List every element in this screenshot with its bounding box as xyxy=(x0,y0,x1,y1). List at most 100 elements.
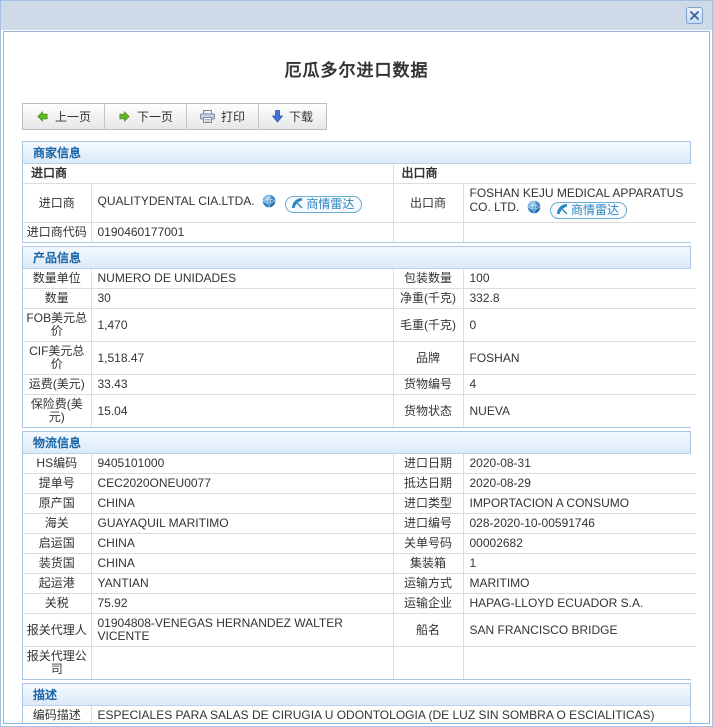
radar-icon xyxy=(291,197,303,212)
field-label: 关税 xyxy=(23,593,92,614)
exporter-label: 出口商 xyxy=(392,183,464,223)
field-label: CIF美元总价 xyxy=(23,341,92,375)
field-label: 报关代理人 xyxy=(23,613,92,647)
field-label: 海关 xyxy=(23,513,92,534)
field-label: 原产国 xyxy=(23,493,92,514)
field-value: HAPAG-LLOYD ECUADOR S.A. xyxy=(462,593,696,614)
field-value: 9405101000 xyxy=(90,454,394,474)
field-label: HS编码 xyxy=(23,454,92,474)
field-value: CHINA xyxy=(90,533,394,554)
field-label: 启运国 xyxy=(23,533,92,554)
table-row: 关税 75.92 运输企业 HAPAG-LLOYD ECUADOR S.A. xyxy=(23,593,696,614)
table-row: 提单号 CEC2020ONEU0077 抵达日期 2020-08-29 xyxy=(23,473,696,494)
field-value: CHINA xyxy=(90,493,394,514)
radar-badge[interactable]: 商情雷达 xyxy=(285,195,363,213)
field-value: 1,518.47 xyxy=(90,341,394,375)
field-label: 集装箱 xyxy=(392,553,464,574)
field-value: CEC2020ONEU0077 xyxy=(90,473,394,494)
importer-code-value: 0190460177001 xyxy=(90,222,394,242)
field-label: 报关代理公司 xyxy=(23,646,92,679)
table-row: CIF美元总价 1,518.47 品牌 FOSHAN xyxy=(23,341,696,375)
field-value: 01904808-VENEGAS HERNANDEZ WALTER VICENT… xyxy=(90,613,394,647)
field-label: 包装数量 xyxy=(392,269,464,289)
prev-page-label: 上一页 xyxy=(55,110,92,124)
radar-icon xyxy=(556,203,568,218)
field-value: MARITIMO xyxy=(462,573,696,594)
close-button[interactable] xyxy=(686,7,703,24)
field-value: 1 xyxy=(462,553,696,574)
print-button[interactable]: 打印 xyxy=(187,104,260,129)
import-data-dialog: 厄瓜多尔进口数据 上一页 下一页 打印 下载 商家信息 进口商 出口商 进口商 … xyxy=(0,0,713,727)
table-row: 保险费(美元) 15.04 货物状态 NUEVA xyxy=(23,394,696,427)
field-value: 15.04 xyxy=(90,394,394,427)
exporter-column-header: 出口商 xyxy=(392,164,697,184)
dialog-body: 厄瓜多尔进口数据 上一页 下一页 打印 下载 商家信息 进口商 出口商 进口商 … xyxy=(3,31,710,724)
content-area: 商家信息 进口商 出口商 进口商 QUALITYDENTAL CIA.LTDA. xyxy=(22,141,697,723)
radar-badge[interactable]: 商情雷达 xyxy=(549,202,627,219)
table-row: 进口商代码 0190460177001 xyxy=(23,222,697,242)
section-description: 描述 编码描述 ESPECIALES PARA SALAS DE CIRUGIA… xyxy=(22,683,691,723)
field-label: 编码描述 xyxy=(23,706,92,723)
field-value: 332.8 xyxy=(462,288,696,309)
importer-code-label: 进口商代码 xyxy=(23,222,92,242)
field-label: 品牌 xyxy=(392,341,464,375)
field-value: 75.92 xyxy=(90,593,394,614)
field-value: GUAYAQUIL MARITIMO xyxy=(90,513,394,534)
description-section-title: 描述 xyxy=(23,684,690,706)
exporter-value-cell: FOSHAN KEJU MEDICAL APPARATUS CO. LTD. 商… xyxy=(462,183,697,223)
next-page-button[interactable]: 下一页 xyxy=(105,104,188,129)
dialog-titlebar xyxy=(1,1,712,30)
table-row: 海关 GUAYAQUIL MARITIMO 进口编号 028-2020-10-0… xyxy=(23,513,696,534)
field-label: 装货国 xyxy=(23,553,92,574)
field-value: 2020-08-31 xyxy=(462,454,696,474)
merchant-subheader-row: 进口商 出口商 xyxy=(23,164,697,184)
field-value: YANTIAN xyxy=(90,573,394,594)
print-label: 打印 xyxy=(221,110,246,124)
table-row: 报关代理人 01904808-VENEGAS HERNANDEZ WALTER … xyxy=(23,613,696,647)
table-row: 启运国 CHINA 关单号码 00002682 xyxy=(23,533,696,554)
product-section-title: 产品信息 xyxy=(23,247,690,269)
toolbar: 上一页 下一页 打印 下载 xyxy=(22,103,328,130)
field-label: 关单号码 xyxy=(392,533,464,554)
download-button[interactable]: 下载 xyxy=(259,104,327,129)
page-title: 厄瓜多尔进口数据 xyxy=(284,61,429,80)
field-label: 货物状态 xyxy=(392,394,464,427)
field-value: IMPORTACION A CONSUMO xyxy=(462,493,696,514)
table-row: 原产国 CHINA 进口类型 IMPORTACION A CONSUMO xyxy=(23,493,696,514)
field-label: 进口日期 xyxy=(392,454,464,474)
logistics-section-title: 物流信息 xyxy=(23,432,690,454)
section-merchant: 商家信息 进口商 出口商 进口商 QUALITYDENTAL CIA.LTDA. xyxy=(22,141,697,243)
table-row: HS编码 9405101000 进口日期 2020-08-31 xyxy=(23,454,696,474)
empty-cell xyxy=(392,222,464,242)
merchant-section-title: 商家信息 xyxy=(23,142,690,164)
table-row: 数量 30 净重(千克) 332.8 xyxy=(23,288,696,309)
field-value xyxy=(462,646,696,679)
field-label: 货物编号 xyxy=(392,374,464,395)
globe-icon[interactable] xyxy=(262,194,276,211)
close-icon xyxy=(690,7,699,25)
field-label: 进口编号 xyxy=(392,513,464,534)
field-value: 1,470 xyxy=(90,308,394,342)
table-row: 运费(美元) 33.43 货物编号 4 xyxy=(23,374,696,395)
table-row: 起运港 YANTIAN 运输方式 MARITIMO xyxy=(23,573,696,594)
field-label: 运输方式 xyxy=(392,573,464,594)
prev-page-button[interactable]: 上一页 xyxy=(23,104,106,129)
field-value: 0 xyxy=(462,308,696,342)
importer-value: QUALITYDENTAL CIA.LTDA. xyxy=(97,193,255,208)
next-page-label: 下一页 xyxy=(137,110,174,124)
field-value: 4 xyxy=(462,374,696,395)
field-value: CHINA xyxy=(90,553,394,574)
field-value: 2020-08-29 xyxy=(462,473,696,494)
field-label: FOB美元总价 xyxy=(23,308,92,342)
field-label: 抵达日期 xyxy=(392,473,464,494)
section-logistics: 物流信息 HS编码 9405101000 进口日期 2020-08-31 提单号… xyxy=(22,431,696,680)
merchant-table: 进口商 出口商 进口商 QUALITYDENTAL CIA.LTDA. 商情雷达… xyxy=(23,164,697,242)
product-table: 数量单位 NUMERO DE UNIDADES 包装数量 100 数量 30 净… xyxy=(23,269,696,427)
table-row: 编码描述 ESPECIALES PARA SALAS DE CIRUGIA U … xyxy=(23,706,690,723)
table-row: 数量单位 NUMERO DE UNIDADES 包装数量 100 xyxy=(23,269,696,289)
globe-icon[interactable] xyxy=(527,200,541,217)
table-row: FOB美元总价 1,470 毛重(千克) 0 xyxy=(23,308,696,342)
field-label: 起运港 xyxy=(23,573,92,594)
field-value: 33.43 xyxy=(90,374,394,395)
field-label: 数量 xyxy=(23,288,92,309)
